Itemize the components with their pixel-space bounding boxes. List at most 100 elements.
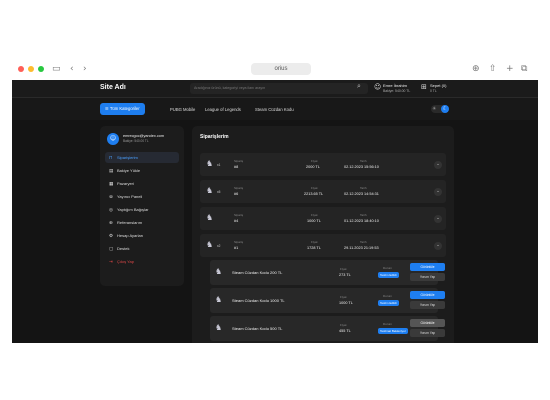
sun-icon: ☀ [432, 106, 437, 112]
search-icon[interactable]: ⌕ [357, 82, 361, 91]
site-header: Site Adı Aradığınız ürünü, kategoriyi ve… [12, 80, 538, 98]
chat-icon: ▢ [109, 247, 114, 252]
sidebar-item-marketplace[interactable]: ▦ Pazaryeri [105, 178, 179, 189]
store-icon: ▦ [109, 182, 114, 187]
theme-toggle[interactable]: ☀ ☾ [431, 105, 449, 113]
order-price: 1728 TL [307, 246, 321, 250]
account-balance: Bakiye: 540.00 TL [123, 139, 149, 143]
order-number: #6 [234, 192, 239, 196]
sidebar-item-donations[interactable]: ◎ Yaptığım Bağışlar [105, 204, 179, 215]
sidebar-item-orders[interactable]: ⊓ Siparişlerim [105, 152, 179, 163]
sidebar-item-support[interactable]: ▢ Destek [105, 243, 179, 254]
close-window-button[interactable] [18, 66, 24, 72]
order-row[interactable]: ♞ Sipariş #4 Fiyat 1000 TL Tarih 01.12.2… [200, 207, 446, 230]
item-name: Steam Cüzdan Kodu 500 TL [232, 326, 283, 331]
bag-icon: ⊓ [109, 156, 113, 161]
order-item: ♞ Steam Cüzdan Kodu 1000 TL Fiyat 1000 T… [210, 288, 445, 313]
sidebar-item-streamer[interactable]: ⊚ Yayıncı Paneli [105, 191, 179, 202]
product-icon: ♞ [215, 267, 223, 276]
item-name: Steam Cüzdan Kodu 200 TL [232, 270, 283, 275]
order-row[interactable]: ♞ x1 Sipariş #8 Fiyat 2000 TL Tarih 02.1… [200, 153, 446, 176]
address-bar[interactable]: orius [251, 63, 311, 75]
cart-label[interactable]: Sepet (0) [430, 83, 446, 88]
category-link-lol[interactable]: League of Legends [205, 107, 241, 112]
orders-panel: Siparişlerim ♞ x1 Sipariş #8 Fiyat 2000 … [192, 126, 454, 343]
order-label: Sipariş [234, 240, 244, 244]
order-label: Sipariş [234, 213, 244, 217]
sidebar-item-settings[interactable]: ⚙ Hesap Ayarları [105, 230, 179, 241]
maximize-window-button[interactable] [38, 66, 44, 72]
view-button[interactable]: Görüntüle [410, 263, 445, 271]
minimize-window-button[interactable] [28, 66, 34, 72]
status-label: Durum [383, 294, 393, 298]
price-label: Fiyat [311, 159, 318, 163]
view-button[interactable]: Görüntüle [410, 291, 445, 299]
price-label: Fiyat [340, 267, 347, 271]
browser-toolbar: ▭ ‹ › orius ⊕ ⇧ + ⧉ [12, 58, 538, 80]
back-arrow-icon[interactable]: ‹ [70, 63, 74, 75]
download-icon[interactable]: ⊕ [472, 63, 480, 75]
view-button[interactable]: Görüntüle [410, 319, 445, 327]
chevron-down-icon[interactable]: ⌄ [434, 161, 442, 169]
site-logo[interactable]: Site Adı [100, 84, 126, 91]
link-icon: ⊛ [109, 221, 113, 226]
website: Site Adı Aradığınız ürünü, kategoriyi ve… [12, 80, 538, 343]
logout-icon: ⇥ [109, 260, 113, 265]
account-email: emrecgoc@yandex.com [123, 134, 164, 138]
sidebar-toggle-icon[interactable]: ▭ [52, 63, 61, 75]
user-balance: Bakiye: 540.00 TL [383, 89, 411, 93]
gift-icon: ◎ [109, 208, 113, 213]
quantity-badge: x5 [217, 190, 221, 194]
user-icon[interactable]: ☺ [374, 83, 381, 91]
category-link-pubg[interactable]: PUBG Mobile [170, 107, 195, 112]
category-bar: ☰ Tüm Kategoriler PUBG Mobile League of … [12, 98, 538, 120]
price-label: Fiyat [311, 186, 318, 190]
order-date: 01.12.2023 18:40:10 [344, 219, 379, 223]
all-categories-button[interactable]: ☰ Tüm Kategoriler [100, 103, 145, 115]
order-number: #1 [234, 246, 239, 250]
order-date: 02.12.2023 14:54:31 [344, 192, 379, 196]
moon-icon: ☾ [441, 105, 449, 113]
date-label: Tarih [360, 213, 367, 217]
chevron-down-icon[interactable]: ⌄ [434, 242, 442, 250]
order-date: 02.12.2023 15:56:10 [344, 165, 379, 169]
sidebar-item-balance[interactable]: ▤ Bakiye Yükle [105, 165, 179, 176]
status-label: Durum [383, 322, 393, 326]
review-button[interactable]: Yorum Yap [410, 329, 445, 337]
price-label: Fiyat [340, 295, 347, 299]
order-number: #8 [234, 165, 239, 169]
user-name[interactable]: Emre İbrahim [383, 83, 407, 88]
sidebar-item-logout[interactable]: ⇥ Çıkış Yap [105, 256, 179, 267]
account-sidebar: ☺ emrecgoc@yandex.com Bakiye: 540.00 TL … [100, 126, 184, 286]
order-date: 29.11.2023 21:19:53 [344, 246, 379, 250]
review-button[interactable]: Yorum Yap [410, 273, 445, 281]
order-label: Sipariş [234, 159, 244, 163]
order-number: #4 [234, 219, 239, 223]
broadcast-icon: ⊚ [109, 195, 113, 200]
order-row[interactable]: ♞ x5 Sipariş #6 Fiyat 2213.65 TL Tarih 0… [200, 180, 446, 203]
status-badge: Teslim Edildi [378, 300, 399, 306]
chevron-down-icon[interactable]: ⌄ [434, 215, 442, 223]
cart-icon[interactable]: ⊞ [421, 83, 427, 91]
cart-total: 0 TL [430, 89, 437, 93]
review-button[interactable]: Yorum Yap [410, 301, 445, 309]
order-row[interactable]: ♞ x2 Sipariş #1 Fiyat 1728 TL Tarih 29.1… [200, 234, 446, 257]
sidebar-item-references[interactable]: ⊛ Referanslarım [105, 217, 179, 228]
product-icon: ♞ [215, 295, 223, 304]
forward-arrow-icon[interactable]: › [83, 63, 87, 75]
chevron-down-icon[interactable]: ⌄ [434, 188, 442, 196]
share-icon[interactable]: ⇧ [489, 63, 497, 75]
item-price: 455 TL [339, 329, 351, 333]
tabs-overview-icon[interactable]: ⧉ [521, 63, 527, 75]
search-input[interactable]: Aradığınız ürünü, kategoriyi veya ilanı … [190, 83, 368, 94]
avatar: ☺ [107, 133, 119, 145]
price-label: Fiyat [340, 323, 347, 327]
price-label: Fiyat [311, 240, 318, 244]
new-tab-icon[interactable]: + [506, 63, 514, 75]
wallet-icon: ▤ [109, 169, 114, 174]
date-label: Tarih [360, 159, 367, 163]
order-price: 2000 TL [306, 165, 320, 169]
category-link-steam[interactable]: Steam Cüzdan Kodu [255, 107, 294, 112]
price-label: Fiyat [311, 213, 318, 217]
item-price: 273 TL [339, 273, 351, 277]
